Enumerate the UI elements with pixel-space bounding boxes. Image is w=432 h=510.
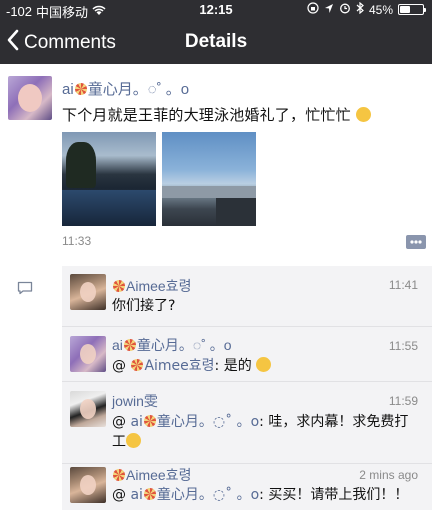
commenter-avatar[interactable]: [70, 336, 106, 372]
commenter-name-text: Aimee효령: [126, 467, 192, 483]
post-author-name[interactable]: ai 童心月。◌˚ 。o: [62, 78, 189, 99]
comment-time: 11:55: [388, 339, 418, 353]
status-bar: -102 中国移动 12:15 45%: [0, 0, 432, 20]
commenter-name-prefix: ai: [112, 337, 123, 353]
commenter-avatar[interactable]: [70, 391, 106, 427]
alarm-icon: [339, 2, 351, 17]
post-text-content: 下个月就是王菲的大理泳池婚礼了，忙忙忙: [62, 106, 351, 124]
comment-bubble-icon: [17, 280, 33, 295]
reply-to-prefix[interactable]: ai: [130, 487, 142, 503]
comment-action-icon[interactable]: [406, 234, 426, 249]
comment-text: @ Aimee효령: 是的: [112, 356, 422, 376]
post-photo-1[interactable]: [62, 132, 156, 226]
commenter-name[interactable]: Aimee효령: [112, 465, 191, 485]
comment-item[interactable]: Aimee효령 2 mins ago @ ai 童心月。◌˚ 。o: 买买！请带上…: [62, 463, 432, 510]
commenter-avatar[interactable]: [70, 274, 106, 310]
reply-to-name[interactable]: 童心月。◌˚ 。o: [157, 414, 259, 430]
busy-emoji-icon: [355, 107, 371, 122]
back-button-label: Comments: [24, 32, 116, 53]
location-icon: [324, 3, 334, 17]
reply-to-name[interactable]: 童心月。◌˚ 。o: [157, 487, 259, 503]
comment-item[interactable]: ai 童心月。◌˚ 。o 11:55 @ Aimee효령: 是的: [62, 326, 432, 380]
commenter-name-text: 童心月。◌˚ 。o: [136, 337, 232, 353]
back-button[interactable]: Comments: [6, 29, 116, 57]
post-text: 下个月就是王菲的大理泳池婚礼了，忙忙忙: [62, 104, 371, 125]
reply-to-name[interactable]: Aimee효령: [144, 358, 214, 374]
post-author-name-prefix: ai: [62, 81, 74, 98]
reply-to-prefix[interactable]: ai: [130, 414, 142, 430]
commenter-name[interactable]: jowin雯: [112, 391, 158, 411]
lollipop-emoji-icon: [131, 359, 144, 371]
lollipop-emoji-icon: [123, 339, 136, 351]
post-photo-2[interactable]: [162, 132, 256, 226]
comment-text-content: : 是的: [214, 358, 252, 374]
comment-divider: [62, 463, 432, 464]
chevron-left-icon: [6, 29, 20, 57]
battery-icon: [398, 4, 426, 15]
comment-time: 11:41: [388, 278, 418, 292]
moment-post: ai 童心月。◌˚ 。o 下个月就是王菲的大理泳池婚礼了，忙忙忙 11:33: [0, 64, 432, 264]
comment-text: 你们接了?: [112, 298, 176, 314]
battery-level: [400, 6, 410, 13]
comment-divider: [62, 381, 432, 382]
commenter-name-text: Aimee효령: [126, 278, 192, 294]
comment-text-content: : 买买！请带上我们！！: [259, 487, 409, 503]
comment-divider: [62, 326, 432, 327]
post-timestamp: 11:33: [62, 234, 92, 248]
grin-emoji-icon: [256, 357, 272, 372]
commenter-name[interactable]: ai 童心月。◌˚ 。o: [112, 335, 232, 355]
navigation-bar: Comments Details: [0, 20, 432, 64]
lollipop-emoji-icon: [143, 415, 156, 427]
post-author-avatar[interactable]: [8, 76, 52, 120]
battery-percent: 45%: [368, 2, 393, 17]
comment-item[interactable]: jowin雯 11:59 @ ai 童心月。◌˚ 。o: 哇，求内幕！求免费打工: [62, 381, 432, 463]
lollipop-emoji-icon: [74, 83, 87, 95]
comment-text: @ ai 童心月。◌˚ 。o: 哇，求内幕！求免费打工: [112, 414, 409, 450]
commenter-avatar[interactable]: [70, 467, 106, 503]
post-author-name-suffix: 童心月。◌˚ 。o: [87, 81, 190, 98]
rotation-lock-icon: [307, 2, 319, 17]
comment-text: @ ai 童心月。◌˚ 。o: 买买！请带上我们！！: [112, 487, 409, 503]
grin-emoji-icon: [126, 433, 141, 448]
bluetooth-icon: [356, 1, 364, 17]
status-right: 45%: [307, 1, 426, 17]
lollipop-emoji-icon: [143, 488, 156, 500]
commenter-name[interactable]: Aimee효령: [112, 276, 191, 296]
comment-time: 2 mins ago: [359, 468, 418, 482]
lollipop-emoji-icon: [113, 469, 125, 481]
comment-time: 11:59: [388, 394, 418, 408]
lollipop-emoji-icon: [113, 280, 125, 292]
comment-item[interactable]: Aimee효령 11:41 你们接了?: [62, 266, 432, 326]
